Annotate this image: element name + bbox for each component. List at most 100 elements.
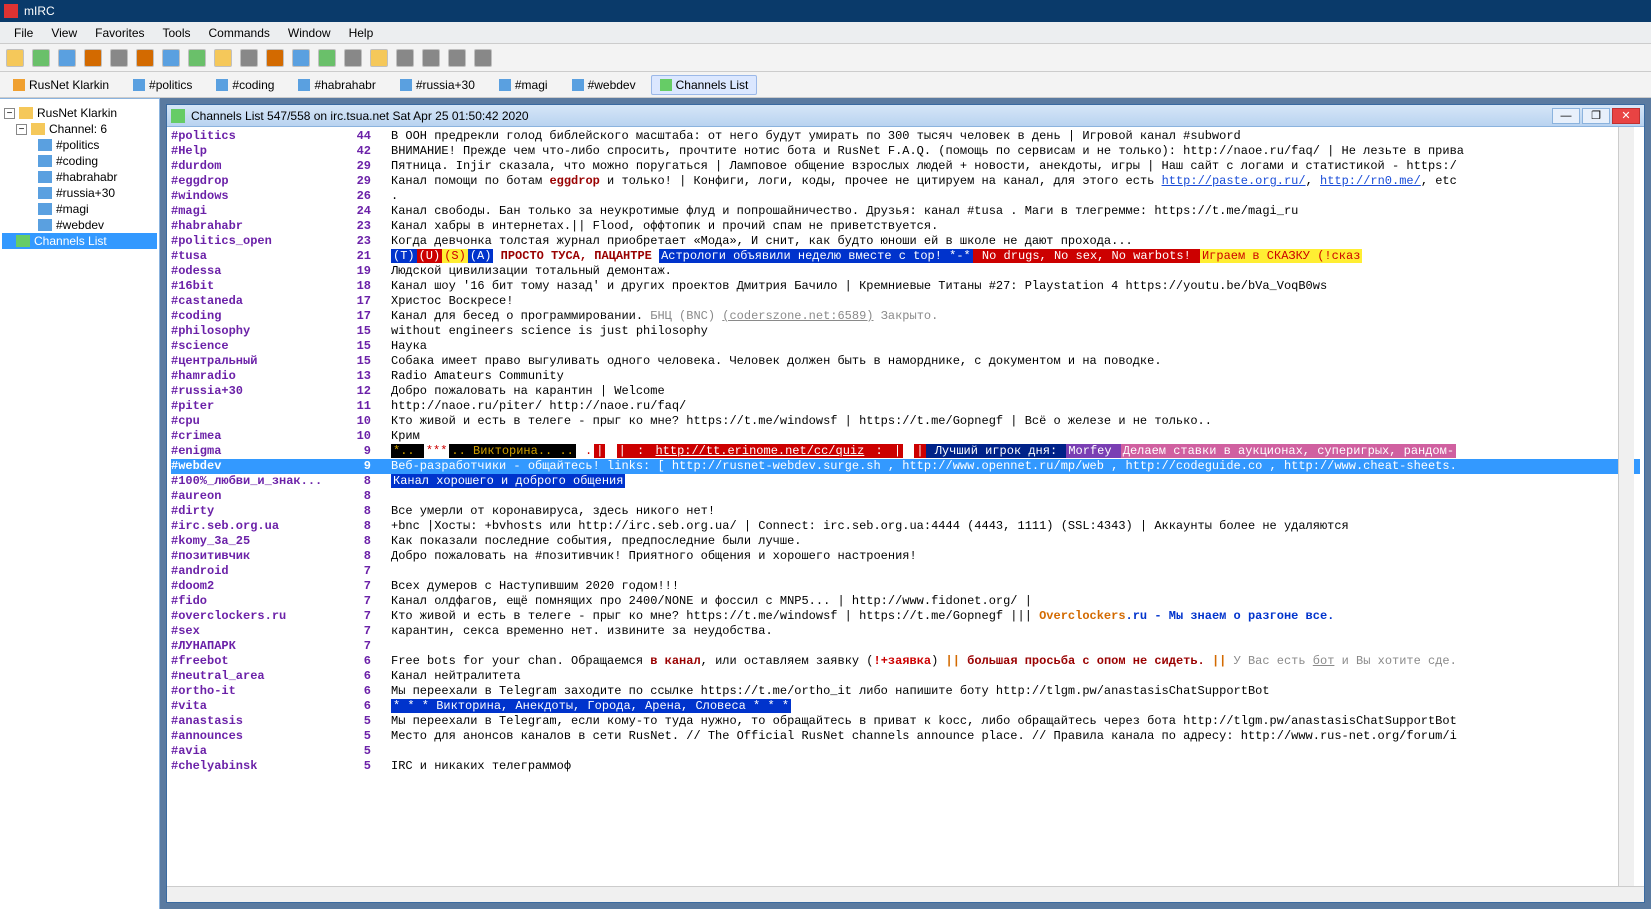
toolbar-button-2[interactable] (58, 49, 76, 67)
expand-icon[interactable]: − (16, 124, 27, 135)
tree-politics[interactable]: #politics (2, 137, 157, 153)
channel-row[interactable]: #magi24Канал свободы. Бан только за неук… (171, 204, 1640, 219)
toolbar-button-10[interactable] (266, 49, 284, 67)
tree-channel6[interactable]: −Channel: 6 (2, 121, 157, 137)
channel-row[interactable]: #Help42ВНИМАНИЕ! Прежде чем что-либо спр… (171, 144, 1640, 159)
menu-window[interactable]: Window (280, 24, 339, 42)
channel-row[interactable]: #100%_любви_и_знак...8Канал хорошего и д… (171, 474, 1640, 489)
channel-list[interactable]: #politics44В ООН предрекли голод библейс… (167, 127, 1644, 886)
channel-row[interactable]: #tusa21(T)(U)(S)(A) ПРОСТО ТУСА, ПАЦАНТР… (171, 249, 1640, 264)
channel-row[interactable]: #komy_3a_258Как показали последние событ… (171, 534, 1640, 549)
toolbar-button-5[interactable] (136, 49, 154, 67)
menu-favorites[interactable]: Favorites (87, 24, 152, 42)
channel-row[interactable]: #vita6 * * * Викторина, Анекдоты, Города… (171, 699, 1640, 714)
maximize-button[interactable]: ❐ (1582, 108, 1610, 124)
channel-row[interactable]: #piter11http://naoe.ru/piter/ http://nao… (171, 399, 1640, 414)
channel-row[interactable]: #dirty8Все умерли от коронавируса, здесь… (171, 504, 1640, 519)
toolbar-button-8[interactable] (214, 49, 232, 67)
channel-row[interactable]: #irc.seb.org.ua8+bnc |Хосты: +bvhosts ил… (171, 519, 1640, 534)
tab-russia30[interactable]: #russia+30 (391, 75, 484, 95)
channel-row[interactable]: #politics_open23Когда девчонка толстая ж… (171, 234, 1640, 249)
window-titlebar[interactable]: Channels List 547/558 on irc.tsua.net Sa… (167, 105, 1644, 127)
channel-row[interactable]: #overclockers.ru7Кто живой и есть в теле… (171, 609, 1640, 624)
minimize-button[interactable]: — (1552, 108, 1580, 124)
toolbar-button-3[interactable] (84, 49, 102, 67)
tree-russia30[interactable]: #russia+30 (2, 185, 157, 201)
channel-row[interactable]: #ortho-it6Мы переехали в Telegram заходи… (171, 684, 1640, 699)
channel-row[interactable]: #центральный15Собака имеет право выгулив… (171, 354, 1640, 369)
toolbar-button-7[interactable] (188, 49, 206, 67)
channel-row[interactable]: #enigma9 *.. ***.. Викторина.. .. .| | :… (171, 444, 1640, 459)
channel-row[interactable]: #announces5Место для анонсов каналов в с… (171, 729, 1640, 744)
channel-row[interactable]: #eggdrop29Канал помощи по ботам eggdrop … (171, 174, 1640, 189)
menu-tools[interactable]: Tools (155, 24, 199, 42)
user-count: 5 (351, 759, 391, 774)
menu-view[interactable]: View (43, 24, 85, 42)
tab-channelslist[interactable]: Channels List (651, 75, 758, 95)
toolbar-button-16[interactable] (422, 49, 440, 67)
toolbar-button-13[interactable] (344, 49, 362, 67)
toolbar-button-1[interactable] (32, 49, 50, 67)
toolbar-button-0[interactable] (6, 49, 24, 67)
tree-habrahabr[interactable]: #habrahabr (2, 169, 157, 185)
channel-row[interactable]: #webdev9Веб-разработчики - общайтесь! li… (171, 459, 1640, 474)
channel-row[interactable]: #philosophy15without engineers science i… (171, 324, 1640, 339)
channel-row[interactable]: #odessa19Людской цивилизации тотальный д… (171, 264, 1640, 279)
tree-coding[interactable]: #coding (2, 153, 157, 169)
channel-row[interactable]: #aureon8 (171, 489, 1640, 504)
tab-magi[interactable]: #magi (490, 75, 557, 95)
channel-row[interactable]: #android7 (171, 564, 1640, 579)
user-count: 9 (351, 459, 391, 474)
channel-row[interactable]: #anastasis5Мы переехали в Telegram, если… (171, 714, 1640, 729)
close-button[interactable]: ✕ (1612, 108, 1640, 124)
channel-row[interactable]: #durdom29Пятница. Injir сказала, что мож… (171, 159, 1640, 174)
channel-row[interactable]: #sex7карантин, секса временно нет. извин… (171, 624, 1640, 639)
toolbar-button-11[interactable] (292, 49, 310, 67)
horizontal-scrollbar[interactable] (167, 886, 1644, 902)
tab-politics[interactable]: #politics (124, 75, 201, 95)
channel-row[interactable]: #freebot6Free bots for your chan. Обраща… (171, 654, 1640, 669)
toolbar-button-4[interactable] (110, 49, 128, 67)
channel-row[interactable]: #habrahabr23Канал хабры в интернетах.|| … (171, 219, 1640, 234)
channel-row[interactable]: #windows26. (171, 189, 1640, 204)
channel-row[interactable]: #politics44В ООН предрекли голод библейс… (171, 129, 1640, 144)
toolbar-button-6[interactable] (162, 49, 180, 67)
toolbar-button-9[interactable] (240, 49, 258, 67)
channel-row[interactable]: #chelyabinsk5IRC и никаких телеграммоф (171, 759, 1640, 774)
channel-row[interactable]: #позитивчик8Добро пожаловать на #позитив… (171, 549, 1640, 564)
toolbar-button-18[interactable] (474, 49, 492, 67)
vertical-scrollbar[interactable] (1618, 127, 1634, 886)
channel-row[interactable]: #coding17Канал для бесед о программирова… (171, 309, 1640, 324)
channel-row[interactable]: #ЛУНАПАРК7 (171, 639, 1640, 654)
channel-row[interactable]: #castaneda17Христос Воскресе! (171, 294, 1640, 309)
channel-row[interactable]: #neutral_area6Канал нейтралитета (171, 669, 1640, 684)
tab-habrahabr[interactable]: #habrahabr (289, 75, 384, 95)
channel-row[interactable]: #cpu10Кто живой и есть в телеге - прыг к… (171, 414, 1640, 429)
tab-webdev[interactable]: #webdev (563, 75, 645, 95)
tab-coding[interactable]: #coding (207, 75, 283, 95)
channel-row[interactable]: #fido7Канал олдфагов, ещё помнящих про 2… (171, 594, 1640, 609)
channel-row[interactable]: #crimea10Крим (171, 429, 1640, 444)
menu-help[interactable]: Help (341, 24, 382, 42)
toolbar-button-14[interactable] (370, 49, 388, 67)
menu-file[interactable]: File (6, 24, 41, 42)
channel-topic: Когда девчонка толстая журнал приобретае… (391, 234, 1133, 249)
toolbar-button-12[interactable] (318, 49, 336, 67)
channel-name: #android (171, 564, 351, 579)
tree-webdev[interactable]: #webdev (2, 217, 157, 233)
channel-row[interactable]: #hamradio13Radio Amateurs Community (171, 369, 1640, 384)
channel-row[interactable]: #science15Наука (171, 339, 1640, 354)
channel-row[interactable]: #russia+3012Добро пожаловать на карантин… (171, 384, 1640, 399)
channel-row[interactable]: #16bit18Канал шоу '16 бит тому назад' и … (171, 279, 1640, 294)
menu-commands[interactable]: Commands (201, 24, 278, 42)
tree-channelslist[interactable]: Channels List (2, 233, 157, 249)
channel-row[interactable]: #doom27Всех думеров с Наступившим 2020 г… (171, 579, 1640, 594)
tree-magi[interactable]: #magi (2, 201, 157, 217)
expand-icon[interactable]: − (4, 108, 15, 119)
channel-name: #enigma (171, 444, 351, 459)
tree-rusnetklarkin[interactable]: −RusNet Klarkin (2, 105, 157, 121)
channel-row[interactable]: #avia5 (171, 744, 1640, 759)
toolbar-button-17[interactable] (448, 49, 466, 67)
toolbar-button-15[interactable] (396, 49, 414, 67)
tab-rusnetklarkin[interactable]: RusNet Klarkin (4, 75, 118, 95)
